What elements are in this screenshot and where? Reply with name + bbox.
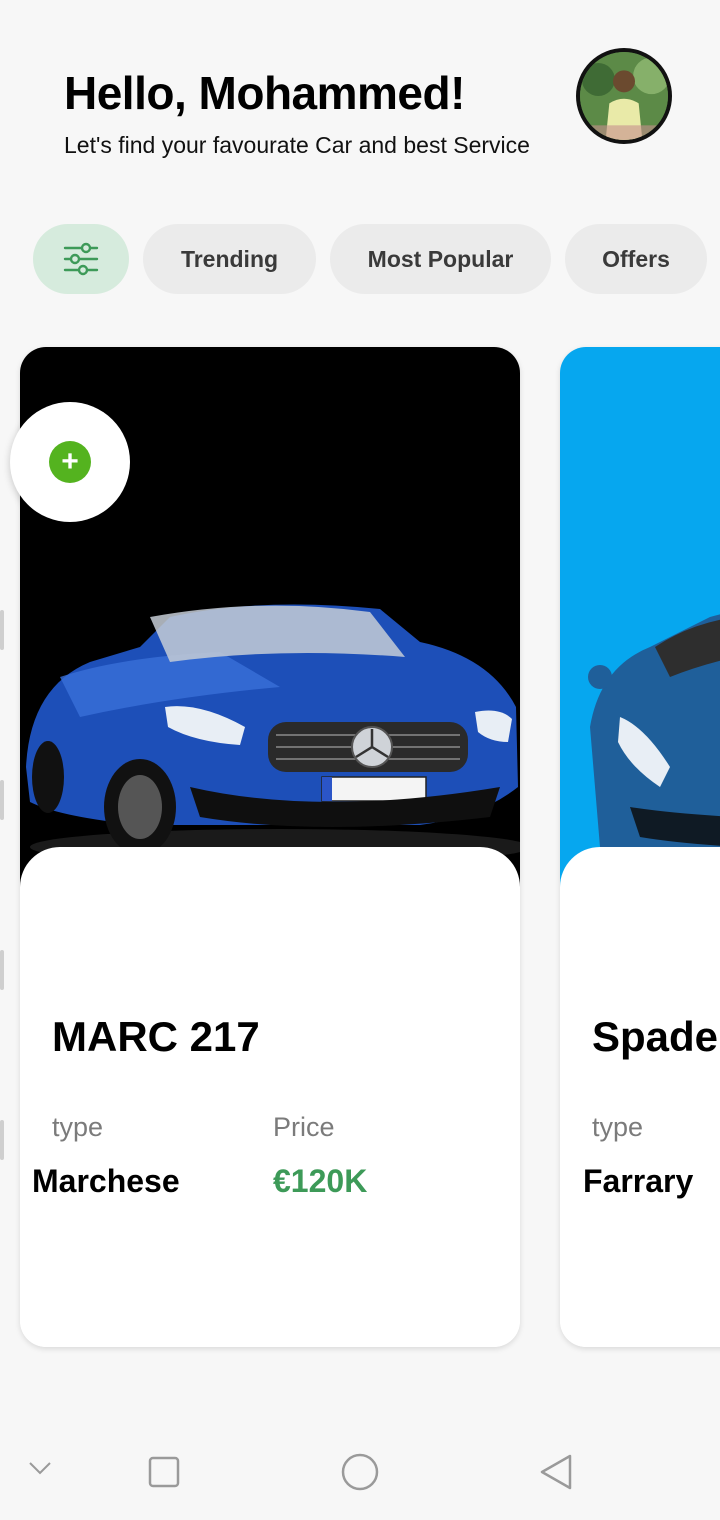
type-value: Farrary — [583, 1163, 694, 1199]
circle-icon[interactable] — [341, 1453, 379, 1491]
chip-offers[interactable]: Offers — [565, 224, 707, 294]
car-name: MARC 217 — [52, 1013, 260, 1060]
car-image — [588, 614, 720, 868]
car-name: Spade — [592, 1013, 719, 1060]
back-triangle-icon[interactable] — [539, 1453, 573, 1491]
greeting-subtitle: Let's find your favourate Car and best S… — [64, 132, 530, 158]
car-info-panel: MARC 217 type Marchese Price €120K — [20, 847, 520, 1347]
chip-trending[interactable]: Trending — [143, 224, 316, 294]
add-button[interactable]: + — [10, 402, 130, 522]
car-info-panel: Spade type Farrary — [560, 847, 720, 1347]
system-nav-bar — [0, 1424, 720, 1520]
filter-button[interactable] — [33, 224, 129, 294]
greeting-title: Hello, Mohammed! — [64, 67, 465, 119]
car-image-area — [560, 347, 720, 907]
price-value: €120K — [273, 1163, 368, 1199]
car-card[interactable]: Spade type Farrary — [560, 347, 720, 1347]
type-label: type — [592, 1112, 644, 1142]
type-value: Marchese — [32, 1163, 180, 1199]
chip-most-popular[interactable]: Most Popular — [330, 224, 551, 294]
plus-icon: + — [49, 441, 91, 483]
avatar[interactable] — [576, 48, 672, 144]
chevron-down-icon[interactable] — [28, 1460, 52, 1476]
sliders-icon — [63, 242, 99, 276]
app-screen: { "header": { "greeting": "Hello, Mohamm… — [0, 0, 720, 1520]
category-chips: Trending Most Popular Offers — [0, 224, 720, 296]
price-label: Price — [273, 1112, 335, 1142]
avatar-photo — [580, 52, 668, 140]
type-label: type — [52, 1112, 104, 1142]
square-icon[interactable] — [148, 1456, 180, 1488]
